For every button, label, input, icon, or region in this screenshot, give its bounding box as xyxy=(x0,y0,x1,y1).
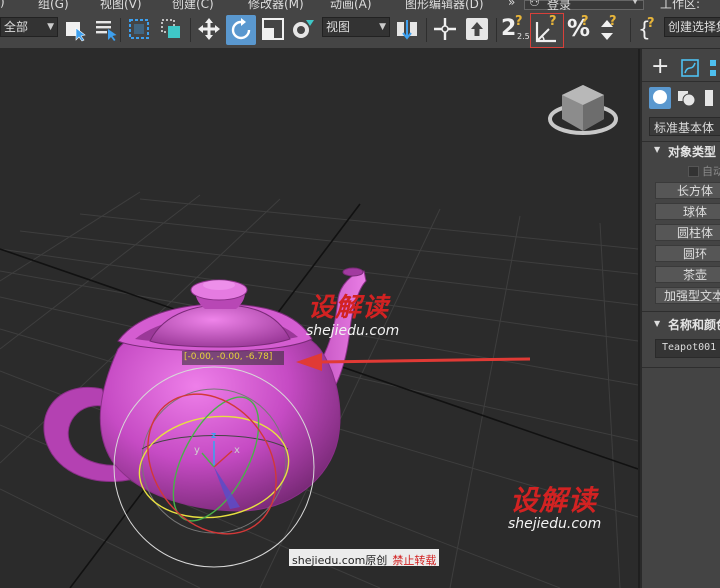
watermark-domain: shejiedu.com xyxy=(508,516,602,532)
object-name-input[interactable]: Teapot001 xyxy=(655,339,720,358)
angle-snap-button-highlighted[interactable]: ? xyxy=(530,13,564,48)
modify-tab-icon[interactable] xyxy=(680,58,700,78)
watermark-brand: 设解读 xyxy=(308,293,390,323)
gizmo-x-label: x xyxy=(234,445,240,456)
select-object-icon[interactable] xyxy=(62,16,88,42)
pivot-center-icon[interactable] xyxy=(394,16,420,42)
question-badge-icon: ? xyxy=(609,14,617,29)
panel-divider xyxy=(642,367,720,368)
cylinder-button[interactable]: 圆柱体 xyxy=(655,224,720,241)
toolbar-divider xyxy=(120,18,121,42)
menu-modifiers[interactable]: 修改器(M) xyxy=(248,0,304,10)
name-color-title: 名称和颜色 xyxy=(668,318,720,332)
snap-sub-value: 2.5 xyxy=(517,32,530,41)
hierarchy-tab-icon[interactable] xyxy=(708,58,720,78)
annotation-arrow-line xyxy=(317,357,531,364)
panel-divider xyxy=(642,141,720,142)
toolbar-divider xyxy=(630,18,631,42)
create-tab-plus-icon[interactable]: + xyxy=(651,56,669,78)
box-button[interactable]: 长方体 xyxy=(655,182,720,199)
menu-animation[interactable]: 动画(A) xyxy=(330,0,372,10)
shapes-category-icon[interactable] xyxy=(676,89,696,107)
watermark-brand: 设解读 xyxy=(510,484,598,517)
keyboard-shortcut-override-icon[interactable] xyxy=(464,16,490,42)
place-pivot-icon[interactable] xyxy=(290,16,316,42)
panel-divider xyxy=(642,311,720,312)
teapot-spout-tip xyxy=(342,267,364,277)
percent-snap-button[interactable]: % ? xyxy=(566,14,594,44)
selection-filter-dropdown[interactable]: 全部 ▼ xyxy=(0,17,58,37)
copyright-warning: 禁止转载 xyxy=(392,554,437,567)
menu-create[interactable]: 创建(C) xyxy=(172,0,214,10)
menu-more[interactable]: » xyxy=(508,0,515,9)
viewcube[interactable] xyxy=(548,85,618,135)
watermark-domain: shejiedu.com xyxy=(306,323,400,339)
move-icon[interactable] xyxy=(196,16,222,42)
command-panel: + 标准基本体 ▼ 对象类型 自动栅格 长方体 球体 圆柱体 圆环 茶壶 加强型… xyxy=(640,49,720,588)
question-badge-icon: ? xyxy=(647,16,655,31)
menu-group[interactable]: 组(G) xyxy=(38,0,69,10)
primitive-category-value: 标准基本体 xyxy=(654,121,715,135)
copyright-site: shejiedu.com原创 xyxy=(292,554,388,567)
rect-selection-region-icon[interactable] xyxy=(126,16,152,42)
rollout-collapse-icon[interactable]: ▼ xyxy=(654,319,660,328)
object-name-value: Teapot001 xyxy=(662,342,717,353)
menu-views[interactable]: 视图(V) xyxy=(100,0,142,10)
sphere-button[interactable]: 球体 xyxy=(655,203,720,220)
menu-edge-fragment: ) xyxy=(0,0,5,9)
primitive-category-dropdown[interactable]: 标准基本体 xyxy=(649,117,720,136)
chevron-down-icon: ▼ xyxy=(47,22,54,32)
reference-coord-dropdown[interactable]: 视图 ▼ xyxy=(322,17,390,37)
spinner-snap-button[interactable]: ? xyxy=(596,14,622,44)
window-crossing-icon[interactable] xyxy=(158,16,184,42)
question-badge-icon: ? xyxy=(549,14,557,29)
edit-named-selection-button[interactable]: { ? xyxy=(636,16,662,44)
question-badge-icon: ? xyxy=(581,14,589,29)
gizmo-y-label: y xyxy=(194,445,200,456)
teapot-button[interactable]: 茶壶 xyxy=(655,266,720,283)
lights-category-icon[interactable] xyxy=(702,89,720,107)
question-badge-icon: ? xyxy=(515,14,523,29)
text-plus-button[interactable]: 加强型文本 xyxy=(655,287,720,304)
autogrid-checkbox[interactable] xyxy=(688,166,699,177)
gizmo-z-label: z xyxy=(211,431,217,441)
perspective-viewport[interactable]: z y x [-0.00, -0.00, -6.78] 设解读 shejiedu… xyxy=(0,49,638,588)
reference-coord-value: 视图 xyxy=(326,20,351,34)
user-login-box[interactable]: ⚇ 登录 ▼ xyxy=(524,0,644,10)
object-type-title: 对象类型 xyxy=(668,145,717,159)
geometry-category-button[interactable] xyxy=(649,87,671,109)
chevron-down-icon: ▼ xyxy=(379,22,386,32)
watermark-bottom: 设解读 xyxy=(510,479,597,519)
named-selection-value: 创建选择集 xyxy=(668,20,720,34)
copyright-notice: shejiedu.com原创 禁止转载 xyxy=(289,549,440,567)
named-selection-dropdown[interactable]: 创建选择集 xyxy=(664,17,720,37)
rotate-icon xyxy=(231,18,251,40)
main-toolbar: 全部 ▼ 视图 ▼ 2 ? 2.5 ? % ? ? {? 创建选择 xyxy=(0,10,720,49)
torus-button[interactable]: 圆环 xyxy=(655,245,720,262)
snaps-toggle-button[interactable]: 2 ? 2.5 xyxy=(500,14,530,44)
teapot-lid-knob-highlight xyxy=(203,280,235,290)
select-manipulate-icon[interactable] xyxy=(432,16,458,42)
rotate-button-active[interactable] xyxy=(226,15,256,45)
menu-graph-editors[interactable]: 图形编辑器(D) xyxy=(405,0,484,10)
workspace-label[interactable]: 工作区: xyxy=(660,0,700,10)
user-icon: ⚇ xyxy=(529,0,540,9)
chevron-down-icon: ▼ xyxy=(631,0,639,6)
autogrid-label: 自动栅格 xyxy=(702,165,720,178)
user-login-label: 登录 xyxy=(547,0,572,10)
menu-bar: ) 组(G) 视图(V) 创建(C) 修改器(M) 动画(A) 图形编辑器(D)… xyxy=(0,0,720,10)
sphere-icon xyxy=(653,90,667,104)
selection-filter-value: 全部 xyxy=(4,20,29,34)
rollout-collapse-icon[interactable]: ▼ xyxy=(654,145,660,154)
toolbar-divider xyxy=(496,18,497,42)
panel-divider xyxy=(642,81,720,82)
watermark-top: 设解读 xyxy=(308,287,389,324)
toolbar-divider xyxy=(426,18,427,42)
scale-icon[interactable] xyxy=(260,16,286,42)
select-by-name-icon[interactable] xyxy=(93,16,119,42)
rotation-coord-readout: [-0.00, -0.00, -6.78] xyxy=(184,352,273,362)
toolbar-divider xyxy=(190,18,191,42)
